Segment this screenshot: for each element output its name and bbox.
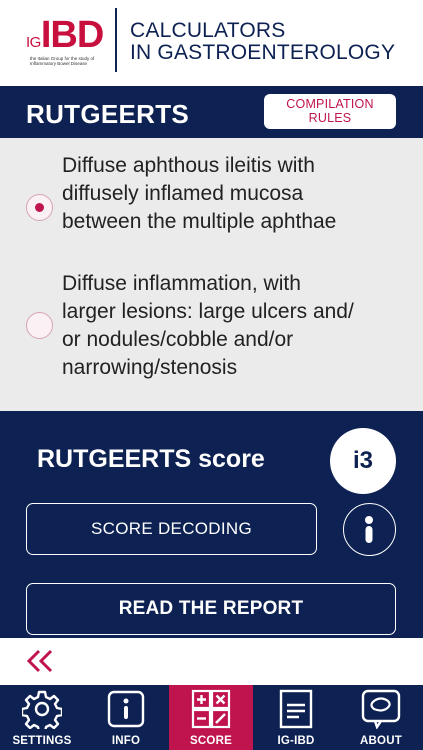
back-row (0, 638, 423, 685)
score-label: RUTGEERTS score (37, 445, 265, 473)
tab-score[interactable]: SCORE (169, 685, 253, 750)
app-header: IGIBD the Italian Group for the study of… (0, 0, 423, 86)
rules-button-line1: COMPILATION (286, 97, 374, 111)
score-options: Diffuse aphthous ileitis with diffusely … (0, 138, 423, 411)
tab-label: IG-IBD (277, 735, 315, 747)
score-panel: RUTGEERTS score i3 SCORE DECODING READ T… (0, 411, 423, 638)
option-label: Diffuse inflammation, with larger lesion… (62, 272, 354, 379)
logo-mark: IGIBD (26, 14, 104, 56)
option-label: Diffuse aphthous ileitis with diffusely … (62, 154, 337, 233)
compilation-rules-button[interactable]: COMPILATION RULES (264, 94, 396, 129)
gear-icon (22, 690, 62, 729)
chat-bubble-icon (361, 689, 401, 729)
app-title: CALCULATORS IN GASTROENTEROLOGY (130, 20, 395, 64)
rules-button-line2: RULES (308, 111, 352, 125)
score-decoding-button[interactable]: SCORE DECODING (26, 503, 317, 555)
tab-info[interactable]: INFO (84, 685, 168, 750)
score-value-badge: i3 (330, 428, 396, 494)
radio-dot (34, 202, 44, 212)
radio-selected[interactable] (26, 194, 53, 221)
calculator-icon (191, 689, 231, 729)
double-chevron-left-icon (26, 649, 53, 673)
tab-settings[interactable]: SETTINGS (0, 685, 84, 750)
app-title-line2: IN GASTROENTEROLOGY (130, 41, 396, 64)
back-button[interactable] (26, 648, 56, 674)
tab-label: ABOUT (360, 735, 402, 747)
tab-ig-ibd[interactable]: IG-IBD (254, 685, 338, 750)
tab-label: INFO (111, 735, 141, 747)
ig-ibd-logo: IGIBD the Italian Group for the study of… (26, 12, 106, 68)
logo-subtitle: the Italian Group for the study of Infla… (30, 56, 95, 66)
info-icon (107, 690, 145, 728)
score-info-button[interactable] (343, 503, 396, 556)
header-divider (115, 8, 117, 72)
read-report-button[interactable]: READ THE REPORT (26, 583, 396, 635)
info-icon (365, 516, 373, 543)
calculator-titlebar: RUTGEERTS COMPILATION RULES (0, 86, 423, 138)
radio-unselected[interactable] (26, 312, 53, 339)
app-title-line1: CALCULATORS (130, 19, 286, 42)
document-icon (279, 689, 313, 729)
tab-bar: SETTINGS INFO SCORE IG-IBD ABOUT (0, 685, 423, 750)
tab-label: SCORE (190, 735, 232, 747)
tab-about[interactable]: ABOUT (339, 685, 423, 750)
calculator-title: RUTGEERTS (26, 99, 190, 129)
tab-label: SETTINGS (12, 735, 72, 747)
